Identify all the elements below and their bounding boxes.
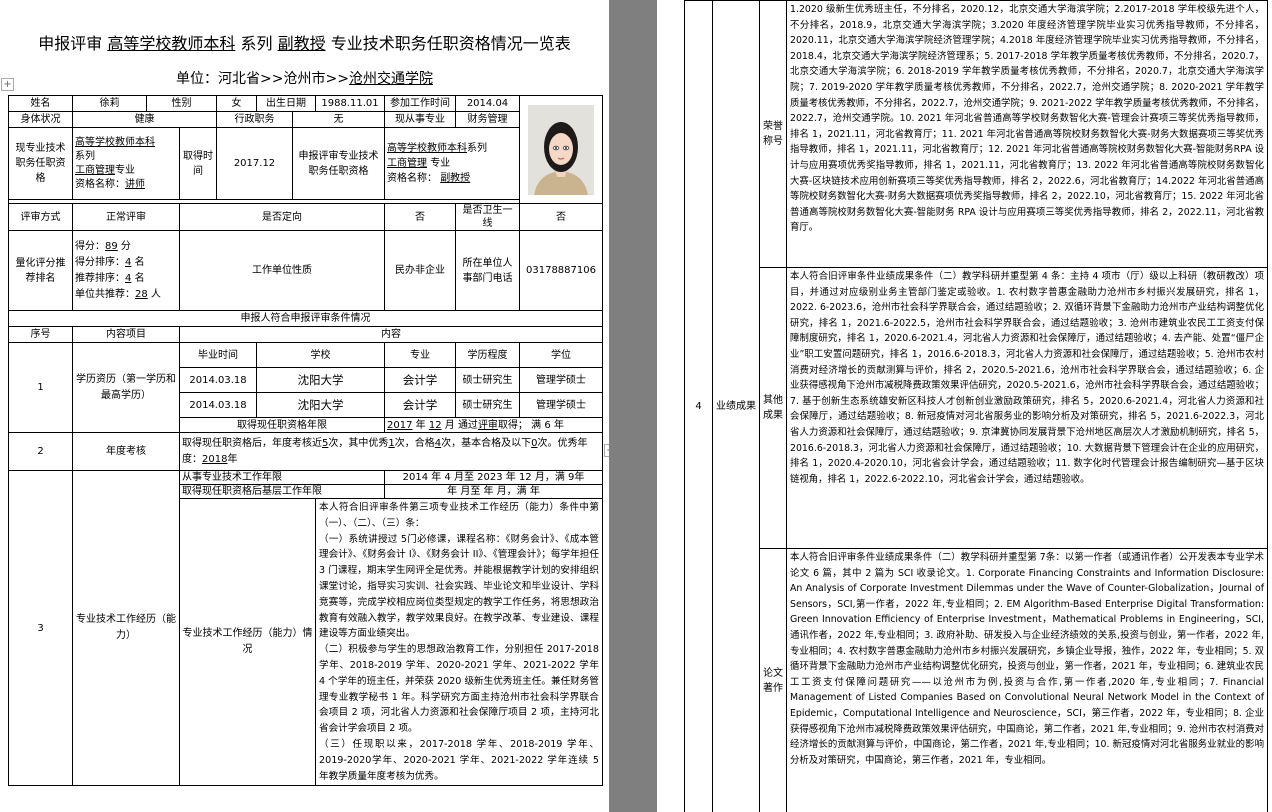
apply-qual-detail: 高等学校教师本科系列 工商管理 专业 资格名称： 副教授 (384, 127, 520, 200)
other-label: 其他成果 (759, 267, 787, 549)
frontline-label: 是否卫生一线 (455, 203, 520, 231)
directional-label: 是否定向 (179, 203, 385, 231)
table-move-handle-icon[interactable]: + (1, 78, 14, 91)
row-edu-headers: 1 学历资历（第一学历和最高学历） 毕业时间 学校 专业 学历程度 学位 (8, 342, 603, 433)
application-table: 姓名 徐莉 性别 女 出生日期 1988.11.01 参加工作时间 2014.0… (8, 95, 603, 787)
achievement-label: 业绩成果 (712, 0, 760, 812)
name-label: 姓名 (8, 95, 73, 112)
header-content: 内容 (179, 326, 603, 343)
other-text: 本人符合旧评审条件业绩成果条件（二）教学科研并重型第 4 条：主持 4 项市（厅… (786, 267, 1268, 549)
row-papers: 论文著作 本人符合旧评审条件业绩成果条件（二）教学科研并重型第 7条：以第一作者… (685, 548, 1268, 812)
edu-years-label: 取得现任职资格年限 (179, 417, 385, 433)
obtain-time-label: 取得时间 (179, 127, 217, 200)
current-qual-detail: 高等学校教师本科 系列 工商管理专业 资格名称：讲师 (72, 127, 180, 200)
edu-header-school: 学校 (256, 342, 385, 368)
header-no: 序号 (8, 326, 73, 343)
edu-years-value: 2017 年 12 月 通过评审取得； 满 6 年 (384, 417, 603, 433)
row-other: 其他成果 本人符合旧评审条件业绩成果条件（二）教学科研并重型第 4 条：主持 4… (685, 267, 1268, 549)
achievement-no: 4 (684, 0, 713, 812)
name-value: 徐莉 (72, 95, 147, 112)
health-value: 健康 (72, 111, 217, 128)
conditions-heading: 申报人符合申报评审条件情况 (8, 310, 603, 327)
add-row-icon[interactable]: + (604, 444, 609, 457)
unit-nature-label: 工作单位性质 (179, 230, 385, 311)
phone-label: 所在单位人事部门电话 (455, 230, 520, 311)
exp-label: 专业技术工作经历（能力） (72, 469, 180, 787)
row-conditions-heading: 申报人符合申报评审条件情况 (8, 310, 603, 327)
major-now-label: 现从事专业 (384, 111, 456, 128)
row-qualification: 现专业技术职务任职资格 高等学校教师本科 系列 工商管理专业 资格名称：讲师 取… (8, 127, 603, 200)
major-now-value: 财务管理 (455, 111, 520, 128)
honors-label: 荣誉称号 (759, 0, 787, 268)
form-title: 申报评审 高等学校教师本科 系列 副教授 专业技术职务任职资格情况一览表 (38, 34, 571, 53)
edu-header-major: 专业 (384, 342, 456, 368)
row-health: 身体状况 健康 行政职务 无 现从事专业 财务管理 (8, 111, 603, 128)
assess-label: 年度考核 (72, 432, 180, 471)
row-score: 量化评分推荐排名 得分：89 分 得分排序：4 名 推荐排序：4 名 单位共推荐… (8, 230, 603, 311)
birth-label: 出生日期 (256, 95, 316, 112)
photo-cell (519, 95, 603, 204)
admin-value: 无 (292, 111, 385, 128)
health-label: 身体状况 (8, 111, 73, 128)
row-honors: 4 业绩成果 荣誉称号 1.2020 级新生优秀班主任，不分排名，2020.12… (684, 0, 1268, 812)
score-detail: 得分：89 分 得分排序：4 名 推荐排序：4 名 单位共推荐：28 人 (72, 230, 180, 311)
exp-after-label: 取得现任职资格后基层工作年限 (179, 484, 385, 499)
honors-text: 1.2020 级新生优秀班主任，不分排名，2020.12，北京交通大学海滨学院；… (786, 0, 1268, 268)
unit-nature-value: 民办非企业 (384, 230, 456, 311)
gender-label: 性别 (146, 95, 217, 112)
work-start-value: 2014.04 (455, 95, 520, 112)
row-exp-years: 3 专业技术工作经历（能力） 从事专业技术工作年限 2014 年 4 月至 20… (8, 469, 603, 787)
exp-sub-label: 专业技术工作经历（能力）情况 (179, 497, 316, 787)
birth-value: 1988.11.01 (315, 95, 385, 112)
obtain-time-value: 2017.12 (216, 127, 293, 200)
gender-value: 女 (216, 95, 257, 112)
directional-value: 否 (384, 203, 456, 231)
row-assessment: 2 年度考核 取得现任职资格后，年度考核近5次，其中优秀1次，合格4次，基本合格… (8, 432, 603, 471)
score-label: 量化评分推荐排名 (8, 230, 73, 311)
row-name: 姓名 徐莉 性别 女 出生日期 1988.11.01 参加工作时间 2014.0… (8, 95, 603, 204)
papers-text: 本人符合旧评审条件业绩成果条件（二）教学科研并重型第 7条：以第一作者（或通讯作… (786, 548, 1268, 812)
review-method-value: 正常评审 (72, 203, 180, 231)
applicant-photo (528, 104, 594, 195)
portrait-image (528, 104, 594, 195)
achievement-table: 4 业绩成果 荣誉称号 1.2020 级新生优秀班主任，不分排名，2020.12… (684, 0, 1268, 812)
exp-after-value: 年 月至 年 月，满 年 (384, 484, 603, 499)
row-review: 评审方式 正常评审 是否定向 否 是否卫生一线 否 (8, 203, 603, 231)
edu-header-degree: 学位 (519, 342, 603, 368)
papers-label: 论文著作 (759, 548, 787, 812)
assess-no: 2 (8, 432, 73, 471)
phone-value: 03178887106 (519, 230, 603, 311)
unit-line: 单位：河北省>>沧州市>>沧州交通学院 (176, 71, 433, 87)
exp-years-label: 从事专业技术工作年限 (179, 470, 385, 485)
edu-no: 1 (8, 342, 73, 433)
exp-years-value: 2014 年 4 月至 2023 年 12 月，满 9年 (384, 470, 603, 485)
edu-header-level: 学历程度 (455, 342, 520, 368)
current-qual-label: 现专业技术职务任职资格 (8, 127, 73, 200)
row-cond-headers: 序号 内容项目 内容 (8, 326, 603, 343)
exp-no: 3 (8, 469, 73, 787)
frontline-value: 否 (519, 203, 603, 231)
admin-label: 行政职务 (216, 111, 293, 128)
assess-detail: 取得现任职资格后，年度考核近5次，其中优秀1次，合格4次，基本合格及以下0次。优… (179, 432, 603, 471)
apply-qual-label: 申报评审专业技术职务任职资格 (292, 127, 385, 200)
edu-label: 学历资历（第一学历和最高学历） (72, 342, 180, 433)
exp-detail-text: 本人符合旧评审条件第三项专业技术工作经历（能力）条件中第（一）、（二）、（三）条… (315, 497, 603, 787)
header-item: 内容项目 (72, 326, 180, 343)
document-page-left: 申报评审 高等学校教师本科 系列 副教授 专业技术职务任职资格情况一览表 单位：… (0, 0, 609, 812)
review-method-label: 评审方式 (8, 203, 73, 231)
work-start-label: 参加工作时间 (384, 95, 456, 112)
document-page-right: 4 业绩成果 荣誉称号 1.2020 级新生优秀班主任，不分排名，2020.12… (657, 0, 1272, 812)
edu-header-date: 毕业时间 (179, 342, 257, 368)
